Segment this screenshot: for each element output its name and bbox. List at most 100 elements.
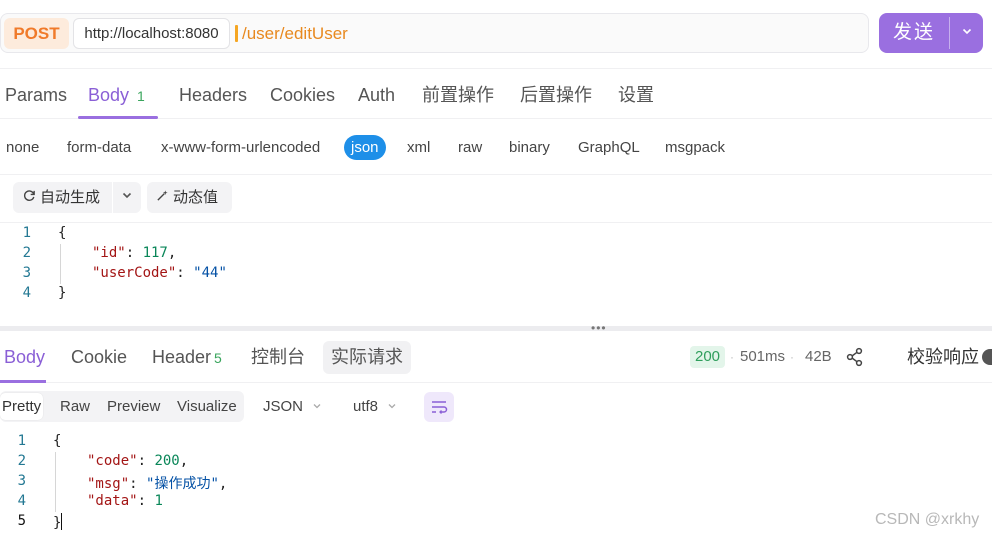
body-type-json[interactable]: json [344,135,386,160]
tab-console[interactable]: 控制台 [251,331,305,383]
body-type-form-data[interactable]: form-data [67,135,131,160]
encoding-select[interactable]: utf8 [353,391,397,422]
tab-response-header-label: Header [152,347,212,367]
tab-body-count: 1 [137,88,145,104]
tab-response-cookie[interactable]: Cookie [71,331,127,383]
response-body-viewer[interactable]: 1 2 3 4 5 { "code": 200, "msg": "操作成功", … [0,431,870,535]
json-key: "userCode" [92,265,177,281]
request-body-editor[interactable]: 1 2 3 4 { "id": 117, "userCode": "44" } [0,223,992,323]
dynamic-value-button[interactable]: 动态值 [147,182,232,213]
body-type-none[interactable]: none [6,135,39,160]
line-number: 2 [17,453,26,469]
body-type-urlencoded[interactable]: x-www-form-urlencoded [161,135,320,160]
closing-brace: } [53,515,62,531]
body-type-selector: none form-data x-www-form-urlencoded jso… [0,119,992,175]
json-number: 200 [154,453,180,469]
wrap-lines-icon[interactable] [424,392,454,422]
validate-response-label: 校验响应 [907,347,979,367]
separator-dot: · [790,350,794,364]
request-tabs: Params Body 1 Headers Cookies Auth 前置操作 后… [0,68,992,119]
tab-settings[interactable]: 设置 [618,69,654,119]
body-type-xml[interactable]: xml [407,135,430,160]
view-mode-preview[interactable]: Preview [107,391,160,422]
body-type-binary[interactable]: binary [509,135,550,160]
code-line: "userCode": "44" [92,265,227,281]
indent-guide [55,452,56,512]
watermark: CSDN @xrkhy [875,511,980,528]
json-number: 1 [154,493,163,509]
code-line: "data": 1 [87,493,163,509]
line-number: 2 [22,245,31,261]
line-number: 3 [22,265,31,281]
format-select[interactable]: JSON [263,391,322,422]
magic-wand-icon [156,182,169,213]
indent-guide [60,244,61,284]
host-field[interactable]: http://localhost:8080 [73,18,230,49]
code-line: { [53,433,62,449]
tab-response-header[interactable]: Header 5 [152,331,222,383]
json-key: "data" [87,493,138,509]
code-line: "code": 200, [87,453,189,469]
response-time: 501ms [740,348,786,365]
format-select-label: JSON [263,398,304,415]
method-select[interactable]: POST [4,18,69,49]
view-mode-raw[interactable]: Raw [60,391,90,422]
response-view-toolbar: Pretty Raw Preview Visualize JSON utf8 [0,383,992,429]
line-number: 1 [17,433,26,449]
code-line: "msg": "操作成功", [87,476,228,492]
response-size: 42B [805,348,832,365]
tab-post-processors[interactable]: 后置操作 [520,69,592,119]
path-marker [235,25,238,42]
send-button[interactable]: 发送 [879,13,983,53]
status-badge: 200 [690,346,726,368]
tab-pre-processors[interactable]: 前置操作 [422,69,494,119]
path-input[interactable]: /user/editUser [242,14,348,54]
chevron-down-icon [309,403,322,414]
code-line: { [58,225,67,241]
encoding-select-label: utf8 [353,398,379,415]
chevron-down-icon [384,403,397,414]
json-string: "44" [193,265,227,281]
json-key: "msg" [87,476,130,492]
refresh-icon [23,182,36,213]
line-number: 5 [17,513,26,529]
json-string: "操作成功" [146,476,219,492]
line-number: 3 [17,473,26,489]
json-key: "code" [87,453,138,469]
view-mode-group: Pretty Raw Preview Visualize [0,391,244,422]
chevron-down-icon[interactable] [950,13,983,53]
auto-generate-label: 自动生成 [40,189,101,206]
chevron-down-icon[interactable] [113,182,141,213]
view-mode-visualize[interactable]: Visualize [177,391,237,422]
tab-response-body[interactable]: Body [4,331,45,383]
code-line: } [53,513,63,531]
tab-auth[interactable]: Auth [358,69,395,119]
tab-actual-request[interactable]: 实际请求 [323,341,411,374]
tab-cookies[interactable]: Cookies [270,69,335,119]
body-type-graphql[interactable]: GraphQL [578,135,640,160]
tab-body-label: Body [88,85,130,105]
line-number: 4 [22,285,31,301]
send-label: 发送 [892,22,935,43]
share-icon[interactable] [846,346,866,368]
tab-response-header-count: 5 [214,350,222,366]
body-type-raw[interactable]: raw [458,135,482,160]
auto-generate-content: 自动生成 [23,182,100,213]
code-line: "id": 117, [92,245,177,261]
tab-body[interactable]: Body 1 [88,69,145,119]
auto-generate-button[interactable]: 自动生成 [13,182,141,213]
dynamic-value-label: 动态值 [173,189,219,206]
body-type-msgpack[interactable]: msgpack [665,135,725,160]
tab-params[interactable]: Params [5,69,67,119]
tab-headers[interactable]: Headers [179,69,247,119]
response-tabs: Body Cookie Header 5 控制台 实际请求 200 · 501ms… [0,331,992,383]
separator-dot: · [730,350,734,364]
view-mode-pretty[interactable]: Pretty [0,393,44,420]
validate-response-toggle[interactable] [982,349,992,365]
editor-toolbar: 自动生成 动态值 [0,175,992,223]
json-key: "id" [92,245,126,261]
text-cursor [61,513,63,530]
json-number: 117 [142,245,168,261]
line-number: 1 [22,225,31,241]
url-bar: POST http://localhost:8080 /user/editUse… [0,13,869,53]
